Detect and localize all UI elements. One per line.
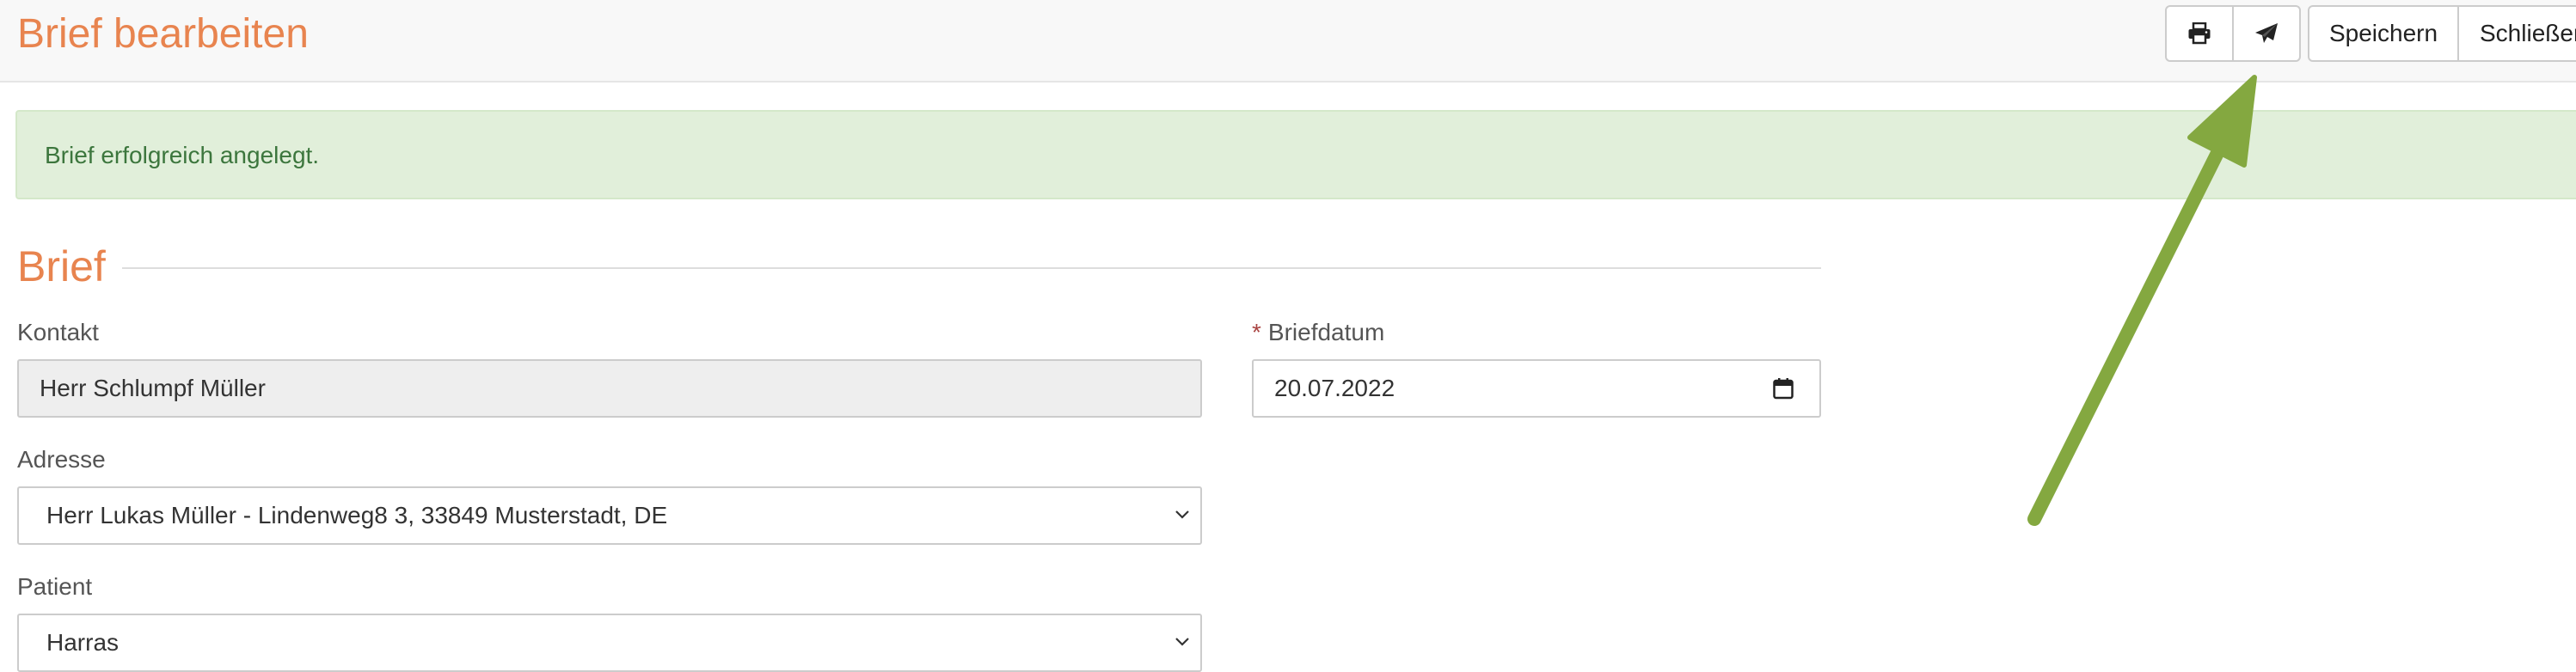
paper-plane-icon xyxy=(2255,23,2278,43)
success-alert: Brief erfolgreich angelegt. xyxy=(15,110,2576,199)
print-button[interactable] xyxy=(2165,5,2234,62)
required-marker: * xyxy=(1252,319,1261,345)
address-value: Herr Lukas Müller - Lindenweg8 3, 33849 … xyxy=(46,502,668,528)
section-title: Brief xyxy=(17,242,106,290)
address-label: Adresse xyxy=(17,446,106,473)
page-title: Brief bearbeiten xyxy=(17,11,309,57)
save-button[interactable]: Speichern xyxy=(2308,5,2459,62)
address-select[interactable]: Herr Lukas Müller - Lindenweg8 3, 33849 … xyxy=(17,486,1202,545)
calendar-icon[interactable] xyxy=(1773,377,1794,400)
letter-date-label: * Briefdatum xyxy=(1252,318,1384,347)
patient-select[interactable]: Harras xyxy=(17,614,1202,672)
contact-field: Herr Schlumpf Müller xyxy=(17,359,1202,418)
contact-value: Herr Schlumpf Müller xyxy=(40,375,266,401)
letter-date-value: 20.07.2022 xyxy=(1274,375,1395,401)
patient-value: Harras xyxy=(46,629,120,656)
send-button[interactable] xyxy=(2232,5,2301,62)
page-header: Brief bearbeiten Speichern Schließen xyxy=(0,0,2576,82)
chevron-down-icon xyxy=(1175,510,1189,519)
print-icon xyxy=(2188,22,2211,45)
close-button[interactable]: Schließen xyxy=(2457,5,2576,62)
letter-date-label-text: Briefdatum xyxy=(1267,319,1385,345)
patient-label: Patient xyxy=(17,573,93,600)
letter-date-input[interactable]: 20.07.2022 xyxy=(1252,359,1821,418)
alert-message: Brief erfolgreich angelegt. xyxy=(45,142,320,168)
contact-label: Kontakt xyxy=(17,319,99,345)
section-divider xyxy=(122,267,1821,269)
